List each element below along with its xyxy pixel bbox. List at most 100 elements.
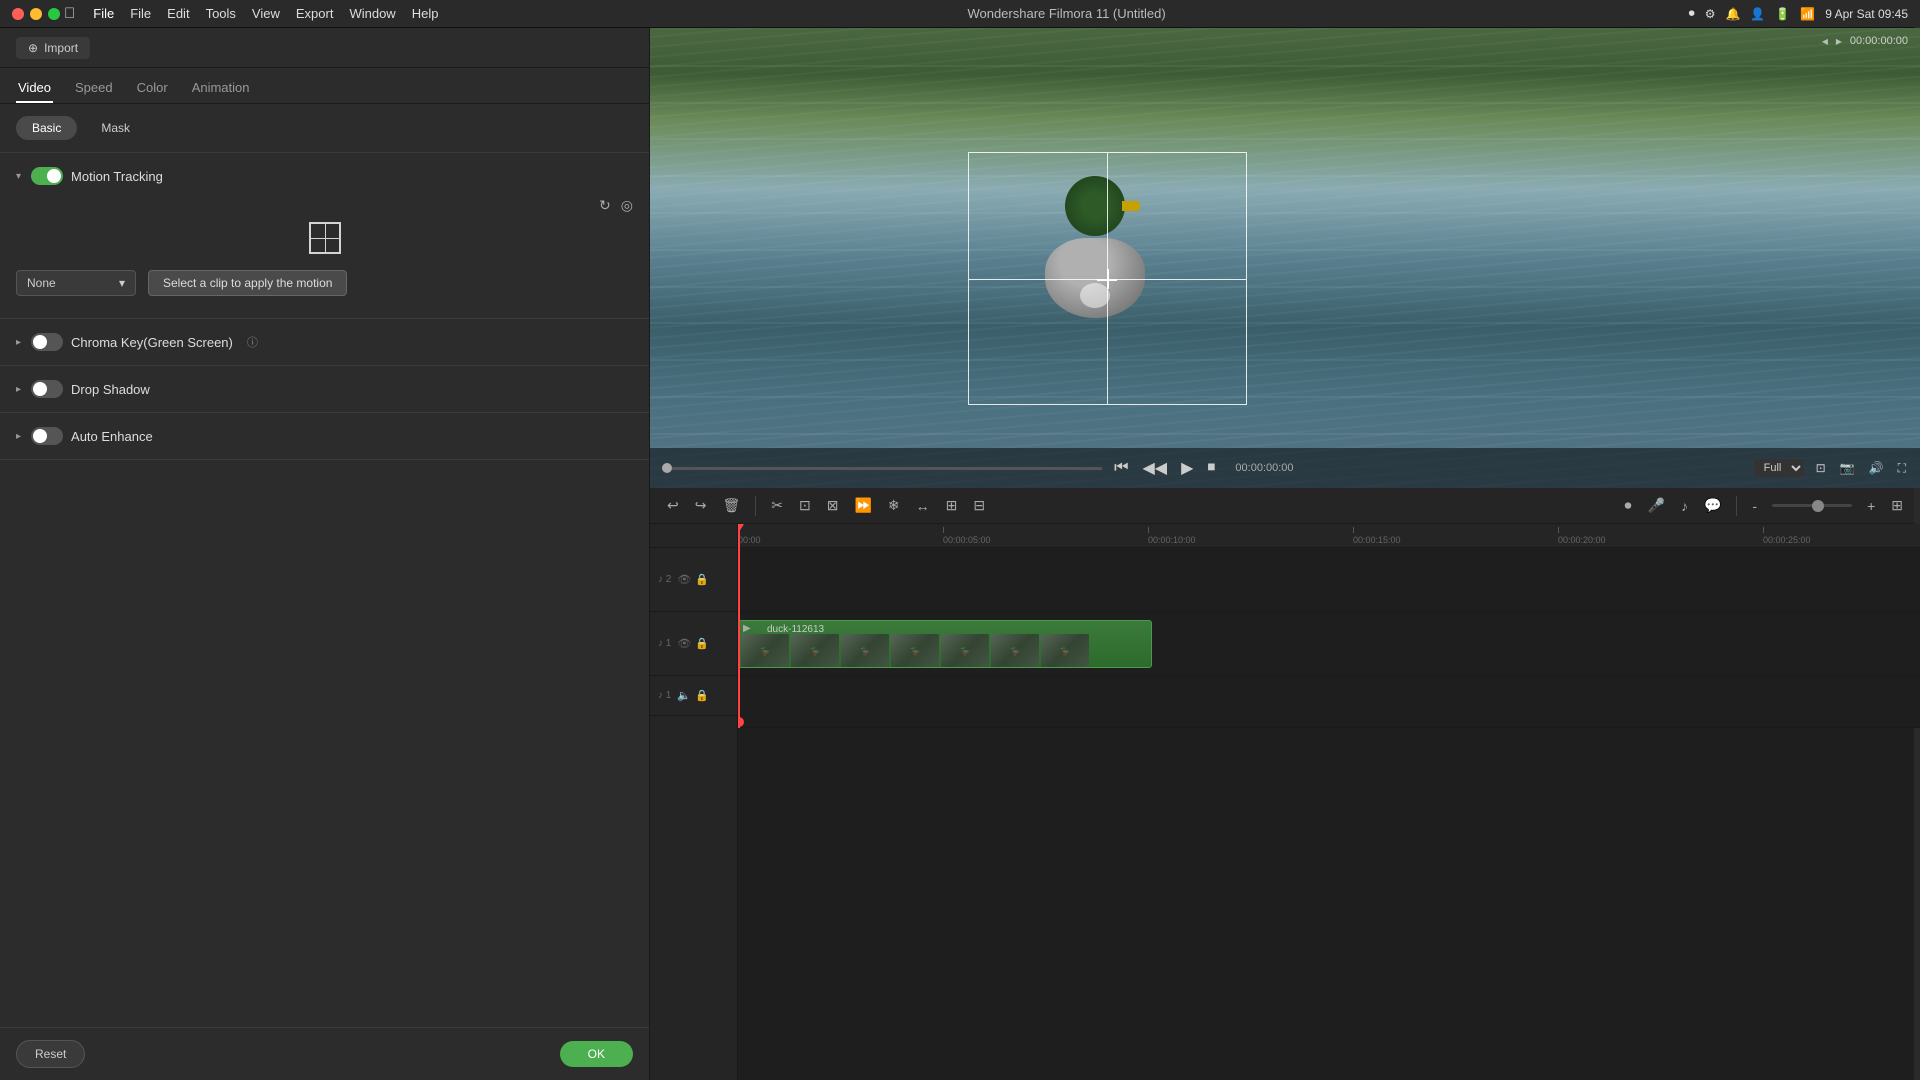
step-back-button[interactable]: ◀◀ (1140, 456, 1169, 480)
delete-button[interactable]: 🗑 (717, 493, 745, 518)
chroma-key-header[interactable]: ▸ Chroma Key(Green Screen) ⓘ (16, 333, 633, 351)
next-frame-button[interactable]: ▸ (1836, 34, 1842, 48)
track-1-lock-button[interactable]: 🔒 (695, 637, 709, 650)
track-labels: ♪ 2 👁 🔒 ♪ 1 👁 🔒 (650, 524, 738, 1080)
menu-window[interactable]: Window (343, 4, 401, 23)
playback-slider[interactable] (662, 467, 1102, 470)
ok-button[interactable]: OK (560, 1041, 633, 1067)
track-label-2: ♪ 2 👁 🔒 (650, 548, 737, 612)
prev-frame-button[interactable]: ◂ (1822, 34, 1828, 48)
zoom-out-button[interactable]: - (1747, 494, 1762, 518)
screenshot-button[interactable]: 📷 (1838, 459, 1857, 477)
tab-color[interactable]: Color (135, 74, 170, 103)
menu-file[interactable]: File (124, 4, 157, 23)
motion-icons-row: ↻ ◎ (16, 197, 633, 214)
group-button[interactable]: ⊟ (968, 493, 990, 518)
ruler-mark-10: 00:00:10:00 (1148, 535, 1196, 545)
timeline-tracks: ♪ 2 👁 🔒 ♪ 1 👁 🔒 (650, 524, 1920, 1080)
freeze-button[interactable]: ❄ (883, 493, 905, 518)
reset-button[interactable]: Reset (16, 1040, 85, 1068)
sub-tab-basic[interactable]: Basic (16, 116, 77, 140)
video-clip[interactable]: ▶ duck-112613 🦆 🦆 🦆 🦆 🦆 🦆 🦆 (738, 620, 1152, 668)
chroma-key-toggle-knob (33, 335, 47, 349)
zoom-slider[interactable] (1772, 504, 1852, 507)
redo-button[interactable]: ↪ (690, 493, 712, 518)
motion-tracking-header[interactable]: ▾ Motion Tracking (16, 167, 633, 185)
record-button[interactable]: ⏺ (1620, 493, 1637, 518)
maximize-button[interactable] (48, 8, 60, 20)
chroma-key-info-icon: ⓘ (247, 334, 258, 350)
app-title: Wondershare Filmora 11 (Untitled) (460, 6, 1672, 21)
motion-tracking-section: ▾ Motion Tracking ↻ ◎ (0, 153, 649, 319)
eye-tracking-button[interactable]: ◎ (621, 197, 633, 214)
timeline-ruler: 00:00 00:00:05:00 00:00:10:00 00:00:15:0… (738, 524, 1920, 548)
playhead-base (738, 717, 744, 727)
settings-icon: ⚙ (1705, 7, 1716, 21)
crop-button[interactable]: ⊡ (794, 493, 816, 518)
apply-motion-button[interactable]: Select a clip to apply the motion (148, 270, 347, 296)
audio-button[interactable]: ♪ (1676, 494, 1693, 518)
fit-screen-button[interactable]: ⊡ (1814, 459, 1828, 477)
time-display: 00:00:00:00 (1235, 462, 1293, 474)
motion-controls: None ▾ Select a clip to apply the motion (16, 270, 633, 296)
split-button[interactable]: ⊠ (822, 493, 844, 518)
menu-wondershare[interactable]: File (87, 4, 120, 23)
thumb-icon-4: 🦆 (910, 647, 920, 656)
cut-button[interactable]: ✂ (766, 493, 788, 518)
mic-button[interactable]: 🎤 (1643, 493, 1670, 518)
speed-button[interactable]: ⏩ (849, 493, 876, 518)
menu-export[interactable]: Export (290, 4, 340, 23)
zoom-thumb (1812, 500, 1824, 512)
apple-logo-icon:  (64, 5, 75, 22)
minimize-button[interactable] (30, 8, 42, 20)
sub-tab-mask[interactable]: Mask (85, 116, 146, 140)
right-panel: ◂ ▸ 00:00:00:00 ⏮ ◀◀ ▶ ⏹ 00:00:00:00 Ful… (650, 28, 1920, 1080)
motion-tracking-toggle[interactable] (31, 167, 63, 185)
menubar:  File File Edit Tools View Export Windo… (0, 0, 1920, 28)
undo-button[interactable]: ↩ (662, 493, 684, 518)
volume-button[interactable]: 🔊 (1867, 459, 1886, 477)
menu-help[interactable]: Help (406, 4, 445, 23)
caption-button[interactable]: 💬 (1699, 493, 1726, 518)
drop-shadow-toggle[interactable] (31, 380, 63, 398)
stop-button[interactable]: ⏹ (1205, 457, 1217, 479)
screen-record-icon: ⏺ (1689, 6, 1695, 21)
track-1-controls: 👁 🔒 (677, 637, 709, 650)
quality-select[interactable]: Full (1754, 459, 1804, 477)
close-button[interactable] (12, 8, 24, 20)
motion-target-value: None (27, 276, 56, 290)
thumb-icon-6: 🦆 (1010, 647, 1020, 656)
refresh-tracking-button[interactable]: ↻ (599, 197, 611, 214)
menu-tools[interactable]: Tools (200, 4, 242, 23)
audio-1-controls: 🔈 🔒 (677, 689, 708, 702)
motion-target-dropdown[interactable]: None ▾ (16, 270, 136, 296)
tab-speed[interactable]: Speed (73, 74, 115, 103)
track-2-lock-button[interactable]: 🔒 (695, 573, 709, 586)
auto-enhance-header[interactable]: ▸ Auto Enhance (16, 427, 633, 445)
fullscreen-button[interactable]: ⛶ (1896, 459, 1908, 478)
drop-shadow-title: Drop Shadow (71, 382, 150, 397)
track-1-eye-button[interactable]: 👁 (677, 637, 691, 650)
battery-icon: 🔋 (1775, 7, 1790, 21)
rewind-button[interactable]: ⏮ (1112, 457, 1130, 479)
menu-view[interactable]: View (246, 4, 286, 23)
zoom-in-button[interactable]: + (1862, 494, 1880, 518)
chroma-key-toggle[interactable] (31, 333, 63, 351)
menu-edit[interactable]: Edit (161, 4, 195, 23)
import-button[interactable]: ⊕ Import (16, 37, 90, 59)
duck-overlay (650, 28, 1920, 488)
track-content[interactable]: 00:00 00:00:05:00 00:00:10:00 00:00:15:0… (738, 524, 1920, 1080)
track-row-2 (738, 548, 1920, 612)
ruler-spacer (650, 524, 737, 548)
tab-video[interactable]: Video (16, 74, 53, 103)
play-pause-button[interactable]: ▶ (1179, 456, 1195, 480)
tab-animation[interactable]: Animation (190, 74, 252, 103)
zoom-fit-button[interactable]: ⊞ (1886, 493, 1908, 518)
auto-enhance-toggle[interactable] (31, 427, 63, 445)
track-2-eye-button[interactable]: 👁 (677, 573, 691, 586)
motion-button[interactable]: ⊞ (941, 493, 963, 518)
audio-1-speaker-button[interactable]: 🔈 (677, 689, 691, 702)
audio-1-lock-button[interactable]: 🔒 (695, 689, 709, 702)
transform-button[interactable]: ↔ (911, 494, 935, 518)
drop-shadow-header[interactable]: ▸ Drop Shadow (16, 380, 633, 398)
